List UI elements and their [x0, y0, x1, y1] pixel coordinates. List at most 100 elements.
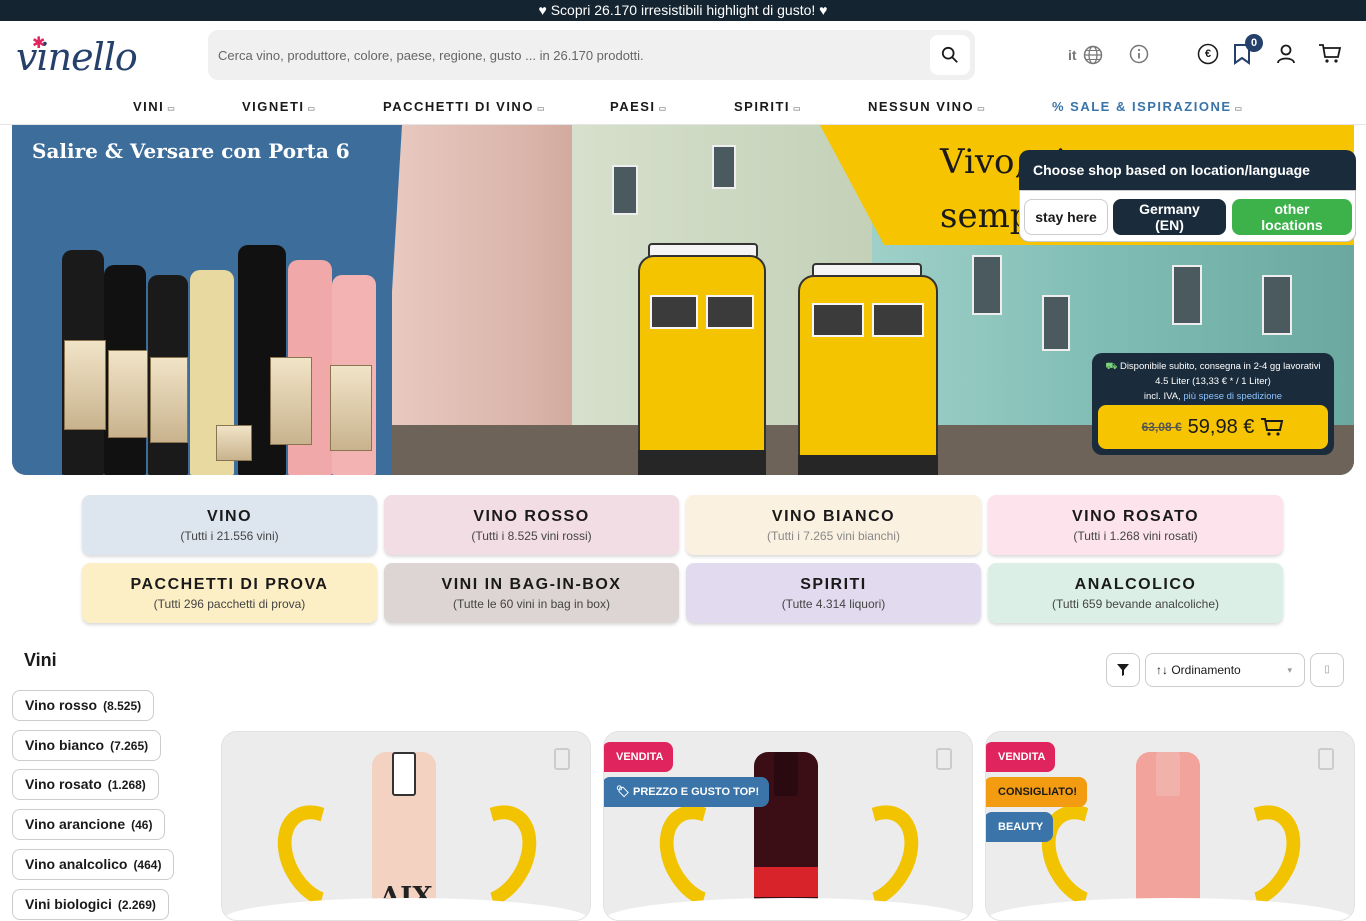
chip-vini-biologici[interactable]: Vini biologici (2.269): [12, 889, 169, 920]
category-count: (Tutti i 21.556 vini): [180, 529, 279, 543]
category-vino-rosato[interactable]: VINO ROSATO (Tutti i 1.268 vini rosati): [988, 495, 1283, 555]
user-icon: [1277, 44, 1295, 64]
tram-base: [798, 455, 938, 475]
nav-item-nessun-vino[interactable]: NESSUN VINO ▭: [868, 99, 985, 114]
product-card[interactable]: AIX: [221, 731, 591, 921]
listing-title: Vini: [24, 650, 57, 670]
category-vino-rosso[interactable]: VINO ROSSO (Tutti i 8.525 vini rossi): [384, 495, 679, 555]
nav-item-vigneti[interactable]: VIGNETI ▭: [242, 99, 315, 114]
chevron-down-icon: ▭: [658, 104, 667, 113]
announcement-text[interactable]: ♥ Scopri 26.170 irresistibili highlight …: [539, 2, 828, 18]
truck-icon: ⛟: [1105, 361, 1118, 372]
germany-shop-button[interactable]: Germany (EN): [1113, 199, 1226, 235]
nav-label: NESSUN VINO: [868, 99, 975, 114]
wishlist-badge: 0: [1245, 34, 1263, 52]
tag-label: VENDITA: [998, 751, 1046, 763]
cart-icon: [1319, 44, 1342, 63]
tag-label: CONSIGLIATO!: [998, 786, 1078, 798]
chip-count: (2.269): [117, 898, 156, 912]
chevron-down-icon: ▭: [1234, 104, 1243, 113]
shipping-link[interactable]: più spese di spedizione: [1183, 391, 1282, 402]
tag-label: BEAUTY: [998, 821, 1044, 833]
card-wave: [986, 898, 1354, 920]
hero-window: [612, 165, 638, 215]
tag-label: PREZZO E GUSTO TOP!: [633, 786, 760, 798]
search-icon: [941, 46, 958, 63]
wishlist-icon[interactable]: [1318, 748, 1334, 770]
other-locations-button[interactable]: other locations: [1232, 199, 1352, 235]
product-bottle-label: [754, 867, 818, 897]
new-price: 59,98 €: [1187, 415, 1255, 438]
search-button[interactable]: [930, 35, 970, 75]
view-toggle-button[interactable]: ▯: [1310, 653, 1344, 687]
vat-text: incl. IVA,: [1143, 391, 1181, 402]
logo[interactable]: vinello ✱: [16, 35, 138, 79]
beauty-tag: BEAUTY: [986, 812, 1054, 842]
chip-label: Vino rosso: [25, 697, 98, 713]
sort-select[interactable]: ↑↓ Ordinamento ▾: [1145, 653, 1305, 687]
category-vino-bianco[interactable]: VINO BIANCO (Tutti i 7.265 vini bianchi): [686, 495, 981, 555]
cart-icon: [1261, 418, 1284, 436]
category-count: (Tutte le 60 vini in bag in box): [453, 597, 610, 611]
hero-bottle-label: [108, 350, 148, 438]
info-button[interactable]: [1126, 41, 1152, 67]
search-input[interactable]: [218, 42, 918, 68]
language-selector[interactable]: it: [1068, 41, 1103, 69]
chip-label: Vini biologici: [25, 896, 112, 912]
nav-label: SPIRITI: [734, 99, 791, 114]
old-price: 63,08 €: [1141, 420, 1182, 434]
product-bottle-neck: [774, 752, 798, 796]
chip-label: Vino bianco: [25, 737, 105, 753]
chip-vino-arancione[interactable]: Vino arancione (46): [12, 809, 166, 840]
chevron-down-icon: ▾: [1287, 665, 1292, 675]
filter-button[interactable]: [1106, 653, 1140, 687]
hero-window: [972, 255, 1002, 315]
nav-item-paesi[interactable]: PAESI ▭: [610, 99, 666, 114]
product-card[interactable]: VENDITA CONSIGLIATO! BEAUTY: [985, 731, 1355, 921]
hero-window: [712, 145, 736, 189]
chip-label: Vino arancione: [25, 816, 126, 832]
nav-item-spiriti[interactable]: SPIRITI ▭: [734, 99, 801, 114]
chip-count: (46): [131, 818, 153, 832]
chip-vino-rosso[interactable]: Vino rosso (8.525): [12, 690, 155, 721]
nav-item-pacchetti[interactable]: PACCHETTI DI VINO ▭: [383, 99, 545, 114]
announcement-bar[interactable]: ♥ Scopri 26.170 irresistibili highlight …: [0, 0, 1366, 21]
location-popup: Choose shop based on location/language s…: [1019, 150, 1356, 242]
category-count: (Tutti 659 bevande analcoliche): [1052, 597, 1219, 611]
recommended-tag: CONSIGLIATO!: [986, 777, 1088, 807]
tram-left: [638, 255, 766, 455]
category-analcolico[interactable]: ANALCOLICO (Tutti 659 bevande analcoliche…: [988, 563, 1283, 623]
nav-label: PAESI: [610, 99, 656, 114]
chip-vino-analcolico[interactable]: Vino analcolico (464): [12, 849, 175, 880]
card-wave: [604, 898, 972, 920]
category-spiriti[interactable]: SPIRITI (Tutte 4.314 liquori): [686, 563, 981, 623]
stay-here-button[interactable]: stay here: [1024, 199, 1108, 235]
account-button[interactable]: [1273, 41, 1299, 67]
language-code: it: [1068, 47, 1077, 63]
wishlist-button[interactable]: 0: [1229, 34, 1263, 67]
product-card[interactable]: VENDITA 🏷 PREZZO E GUSTO TOP!: [603, 731, 973, 921]
wishlist-icon[interactable]: [936, 748, 952, 770]
chip-vino-bianco[interactable]: Vino bianco (7.265): [12, 730, 162, 761]
chip-count: (1.268): [107, 778, 146, 792]
category-vino[interactable]: VINO (Tutti i 21.556 vini): [82, 495, 377, 555]
category-count: (Tutti i 1.268 vini rosati): [1073, 529, 1198, 543]
category-pacchetti-di-prova[interactable]: PACCHETTI DI PROVA (Tutti 296 pacchetti d…: [82, 563, 377, 623]
add-to-cart-button[interactable]: 63,08 € 59,98 €: [1098, 405, 1328, 449]
currency-selector[interactable]: €: [1195, 41, 1221, 67]
wishlist-icon[interactable]: [554, 748, 570, 770]
nav-item-vini[interactable]: VINI ▭: [133, 99, 175, 114]
globe-icon: [1083, 45, 1102, 65]
nav-label: VIGNETI: [242, 99, 305, 114]
search-bar: [208, 30, 975, 80]
cart-button[interactable]: [1317, 41, 1343, 67]
popup-actions: stay here Germany (EN) other locations: [1019, 190, 1356, 242]
site-header: vinello ✱ it € 0: [0, 21, 1366, 87]
tram-window: [872, 303, 924, 337]
chip-count: (464): [133, 858, 162, 872]
chip-vino-rosato[interactable]: Vino rosato (1.268): [12, 769, 159, 800]
category-bag-in-box[interactable]: VINI IN BAG-IN-BOX (Tutte le 60 vini in b…: [384, 563, 679, 623]
category-title: ANALCOLICO: [1074, 576, 1197, 593]
hero-bottle-label: [64, 340, 106, 430]
nav-item-sale[interactable]: % SALE & ISPIRAZIONE ▭: [1052, 99, 1242, 114]
